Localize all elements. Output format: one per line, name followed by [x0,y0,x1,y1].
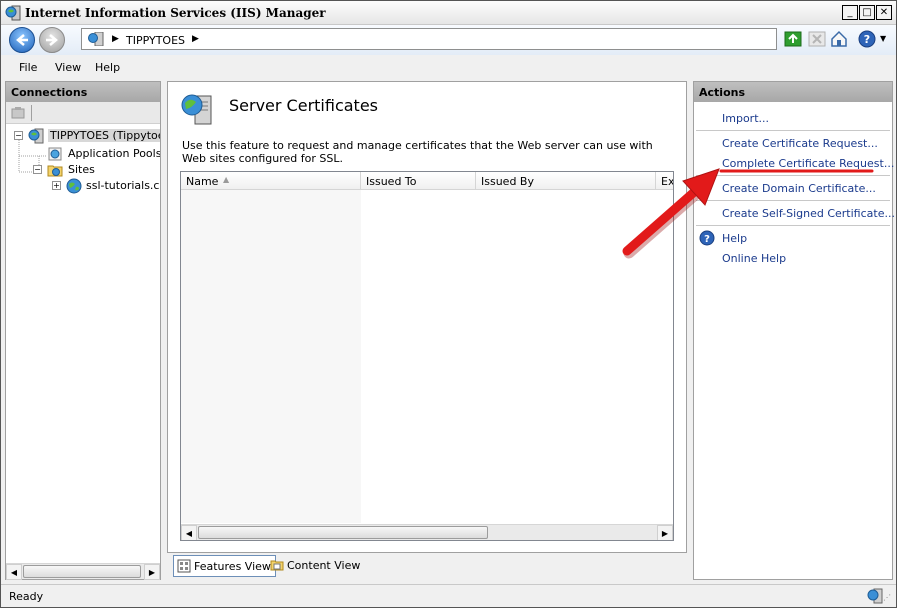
breadcrumb-chevron-icon: ▶ [112,34,119,44]
scroll-right-icon[interactable]: ▶ [144,564,160,580]
connections-toolbar [6,102,160,124]
list-horizontal-scrollbar[interactable]: ◀ ▶ [181,524,673,540]
status-bar: Ready ⋰ [1,584,896,607]
features-view-icon [177,559,191,573]
server-icon [28,128,44,144]
scrollbar-thumb[interactable] [23,565,141,578]
iis-app-icon [5,5,21,21]
tab-features-view-label: Features View [194,560,271,573]
server-certificates-icon [181,94,212,125]
column-header-issued-to[interactable]: Issued To [361,172,476,190]
svg-text:?: ? [864,33,870,46]
feature-description: Use this feature to request and manage c… [182,139,653,165]
forward-button[interactable] [39,27,65,53]
scrollbar-thumb[interactable] [198,526,488,539]
home-icon[interactable] [829,29,849,49]
tab-features-view[interactable]: Features View [173,555,276,577]
help-dropdown-icon[interactable]: ▼ [880,34,886,43]
connection-status-icon [867,588,883,604]
action-separator [696,130,890,131]
scroll-left-icon[interactable]: ◀ [181,525,197,540]
connections-tree: − TIPPYTOES (Tippytoes\ Application Pool… [6,124,160,563]
scroll-right-icon[interactable]: ▶ [657,525,673,540]
content-view-icon [270,560,284,571]
tab-content-view-label: Content View [287,559,361,572]
scroll-left-icon[interactable]: ◀ [6,564,22,580]
menu-help[interactable]: Help [95,61,120,74]
connections-header: Connections [6,82,160,102]
collapse-icon[interactable]: − [14,131,23,140]
window-title: Internet Information Services (IIS) Mana… [25,6,326,20]
sorted-column-shading [181,190,361,523]
tree-item-site[interactable]: + ssl-tutorials.com [6,178,160,194]
resize-grip-icon[interactable]: ⋰ [883,593,891,602]
toolbar-divider [31,105,32,121]
menu-file[interactable]: File [19,61,37,74]
connect-icon[interactable] [11,106,25,120]
help-icon[interactable]: ? [857,29,877,49]
tree-item-sites[interactable]: − Sites [6,162,160,178]
tree-item-application-pools[interactable]: Application Pools [6,146,160,162]
tree-label-server: TIPPYTOES (Tippytoes\ [48,129,160,142]
actions-header: Actions [694,82,892,102]
maximize-button[interactable]: □ [859,5,875,20]
tree-label-site: ssl-tutorials.com [86,179,160,192]
server-icon [88,32,104,46]
tree-label-sites: Sites [68,163,95,176]
breadcrumb-chevron-icon[interactable]: ▶ [192,34,199,44]
import-link[interactable]: Import... [722,112,769,125]
application-pools-icon [48,147,62,161]
stop-icon[interactable] [807,29,827,49]
sort-ascending-icon: ▲ [223,175,230,184]
annotation-arrow [622,168,874,259]
iis-manager-window: Internet Information Services (IIS) Mana… [0,0,897,608]
breadcrumb-server[interactable]: TIPPYTOES [126,34,185,47]
status-text: Ready [9,590,44,603]
page-title: Server Certificates [229,96,378,115]
column-header-name-label: Name [186,175,219,188]
back-button[interactable] [9,27,35,53]
title-bar: Internet Information Services (IIS) Mana… [1,1,896,25]
tree-item-server[interactable]: − TIPPYTOES (Tippytoes\ [6,128,160,144]
forward-arrow-icon [46,34,58,46]
create-certificate-request-link[interactable]: Create Certificate Request... [722,137,878,150]
connections-horizontal-scrollbar[interactable]: ◀ ▶ [6,563,160,580]
refresh-icon[interactable] [783,29,803,49]
address-bar[interactable]: ▶ TIPPYTOES ▶ [81,28,777,50]
tree-label-application-pools: Application Pools [68,147,160,160]
sites-folder-icon [47,165,63,177]
back-arrow-icon [16,34,28,46]
menu-bar: File View Help [1,55,896,79]
expand-icon[interactable]: + [52,181,61,190]
certificates-list[interactable]: Name ▲ Issued To Issued By Ex ◀ ▶ [180,171,674,541]
globe-icon [66,178,82,194]
collapse-icon[interactable]: − [33,165,42,174]
menu-view[interactable]: View [55,61,81,74]
column-header-name[interactable]: Name ▲ [181,172,361,190]
navigation-bar: ▶ TIPPYTOES ▶ ? ▼ [1,25,896,55]
close-button[interactable]: ✕ [876,5,892,20]
connections-panel: Connections − TIPPYTOES (Tippytoes\ [5,81,161,580]
tab-content-view[interactable]: Content View [267,555,364,577]
minimize-button[interactable]: _ [842,5,858,20]
